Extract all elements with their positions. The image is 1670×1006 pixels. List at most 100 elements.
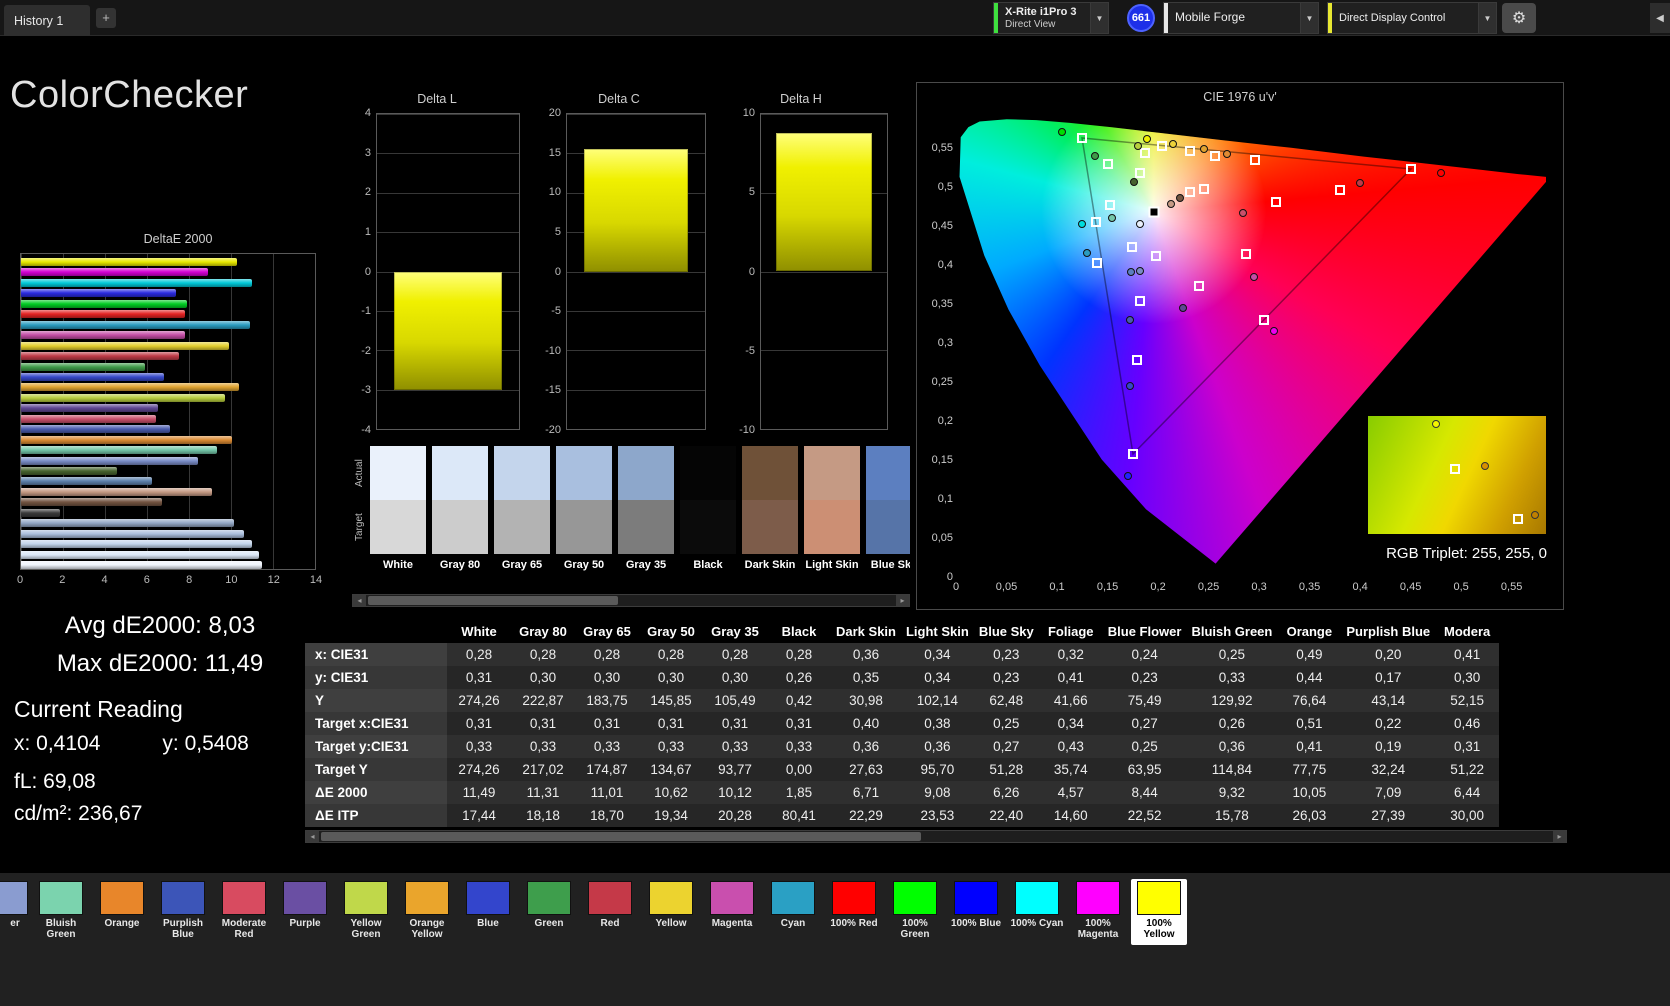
cie-target-marker <box>1134 296 1145 307</box>
cie-whitepoint-marker <box>1148 206 1160 218</box>
table-column-header: Blue Sky <box>978 624 1034 639</box>
table-cell: 0,32 <box>1057 647 1084 662</box>
patch-tile-blue[interactable]: Blue <box>460 879 516 945</box>
add-tab-button[interactable]: + <box>96 8 116 28</box>
deltae-bar <box>21 498 162 507</box>
scrollbar-thumb[interactable] <box>368 596 618 605</box>
current-cdm2-readout: cd/m²: 236,67 <box>14 802 143 825</box>
table-cell: 22,52 <box>1127 808 1162 823</box>
target-swatch <box>804 500 860 554</box>
patch-tile-purple[interactable]: Purple <box>277 879 333 945</box>
chevron-down-icon[interactable]: ▼ <box>1300 3 1318 33</box>
patch-tile-100-blue[interactable]: 100% Blue <box>948 879 1004 945</box>
patch-tile-100-magenta[interactable]: 100% Magenta <box>1070 879 1126 945</box>
x-tick-label: 2 <box>59 574 66 586</box>
patch-tile-moderate-red[interactable]: Moderate Red <box>216 879 272 945</box>
deltae-bar <box>21 268 208 277</box>
patch-tile-yellow-green[interactable]: Yellow Green <box>338 879 394 945</box>
gear-icon[interactable]: ⚙ <box>1502 3 1536 33</box>
chevron-down-icon[interactable]: ▼ <box>1478 3 1496 33</box>
table-cell: 0,25 <box>1218 647 1246 662</box>
table-cell: 0,23 <box>993 647 1020 662</box>
scroll-right-icon[interactable]: ▸ <box>1553 831 1566 842</box>
meter-selector[interactable]: X-Rite i1Pro 3 Direct View ▼ <box>993 2 1109 34</box>
deltae-bar <box>21 414 157 423</box>
patch-tile-yellow[interactable]: Yellow <box>643 879 699 945</box>
cie-target-marker <box>1128 448 1139 459</box>
swatch-strip-scrollbar[interactable]: ◂ ▸ <box>352 594 910 607</box>
cie-target-marker <box>1271 196 1282 207</box>
cie-target-marker <box>1126 241 1137 252</box>
patch-label: Orange <box>104 918 140 929</box>
patch-tile-purplish-blue[interactable]: Purplish Blue <box>155 879 211 945</box>
source-name: Mobile Forge <box>1175 10 1246 25</box>
y-tick-label: 0,35 <box>931 297 953 310</box>
table-cell: 0,36 <box>852 739 880 754</box>
x-tick-label: 0,5 <box>1453 581 1469 593</box>
y-tick-label: 3 <box>364 146 371 159</box>
tab-history-1[interactable]: History 1 <box>4 5 90 36</box>
table-cell: 19,34 <box>654 808 688 823</box>
patch-tile-cyan[interactable]: Cyan <box>765 879 821 945</box>
scroll-left-icon[interactable]: ◂ <box>353 595 366 606</box>
inset-marker <box>1481 461 1490 470</box>
inset-marker <box>1431 420 1440 429</box>
y-tick-label: -1 <box>361 305 371 318</box>
table-cell: 0,31 <box>1454 739 1481 754</box>
collapse-panel-icon[interactable]: ◀ <box>1650 3 1670 33</box>
patch-tile-100-red[interactable]: 100% Red <box>826 879 882 945</box>
table-cell: 274,26 <box>458 693 500 708</box>
table-cell: 52,15 <box>1450 693 1485 708</box>
patch-tile-magenta[interactable]: Magenta <box>704 879 760 945</box>
table-cell: 0,49 <box>1296 647 1323 662</box>
cie-target-marker <box>1209 151 1220 162</box>
cie-target-marker <box>1406 164 1417 175</box>
chevron-down-icon[interactable]: ▼ <box>1090 3 1108 33</box>
deltae-bar <box>21 561 263 569</box>
cie-target-marker <box>1077 133 1088 144</box>
table-cell: 8,44 <box>1131 785 1158 800</box>
table-cell: 76,64 <box>1292 693 1327 708</box>
rgb-triplet-readout: RGB Triplet: 255, 255, 0 <box>1386 545 1547 562</box>
table-column-header: Gray 80 <box>519 624 567 639</box>
patch-tile-orange-yellow[interactable]: Orange Yellow <box>399 879 455 945</box>
patch-tile-100-cyan[interactable]: 100% Cyan <box>1009 879 1065 945</box>
display-control-selector[interactable]: Direct Display Control ▼ <box>1327 2 1497 34</box>
y-tick-label: -2 <box>361 344 371 357</box>
patch-tile-orange[interactable]: Orange <box>94 879 150 945</box>
scrollbar-thumb[interactable] <box>321 832 921 841</box>
target-swatch <box>742 500 798 554</box>
x-tick-label: 0,15 <box>1096 581 1119 593</box>
scroll-left-icon[interactable]: ◂ <box>306 831 319 842</box>
y-tick-label: 2 <box>364 186 371 199</box>
scrollbar-track[interactable] <box>319 831 1553 842</box>
patch-tile-red[interactable]: Red <box>582 879 638 945</box>
cie-target-marker <box>1198 184 1209 195</box>
swatch-label: Gray 50 <box>563 559 605 571</box>
table-scrollbar[interactable]: ◂ ▸ <box>305 830 1567 843</box>
scroll-right-icon[interactable]: ▸ <box>896 595 909 606</box>
x-tick-label: 4 <box>101 574 108 586</box>
patch-swatch <box>1076 881 1120 915</box>
table-cell: 0,24 <box>1131 647 1158 662</box>
patch-label: 100% Blue <box>950 918 1002 929</box>
patch-tile-green[interactable]: Green <box>521 879 577 945</box>
table-cell: 0,30 <box>1454 670 1481 685</box>
patch-tile-100-green[interactable]: 100% Green <box>887 879 943 945</box>
patch-tile-100-yellow[interactable]: 100% Yellow <box>1131 879 1187 945</box>
delta-h-plot-area <box>760 113 888 430</box>
table-cell: 0,51 <box>1296 716 1323 731</box>
patch-tile-bluish-green[interactable]: Bluish Green <box>33 879 89 945</box>
swatch-label: White <box>383 559 413 571</box>
swatch-tile: Dark Skin <box>742 446 798 571</box>
actual-swatch <box>804 446 860 500</box>
cie-target-marker <box>1156 140 1167 151</box>
table-cell: 134,67 <box>650 762 692 777</box>
gridline <box>761 114 887 115</box>
source-selector[interactable]: Mobile Forge ▼ <box>1163 2 1319 34</box>
scrollbar-track[interactable] <box>366 595 896 606</box>
patch-tile-partial[interactable]: er <box>0 879 30 945</box>
tab-label: History 1 <box>14 13 64 28</box>
table-cell: 9,32 <box>1218 785 1246 800</box>
cie-target-marker <box>1140 148 1151 159</box>
